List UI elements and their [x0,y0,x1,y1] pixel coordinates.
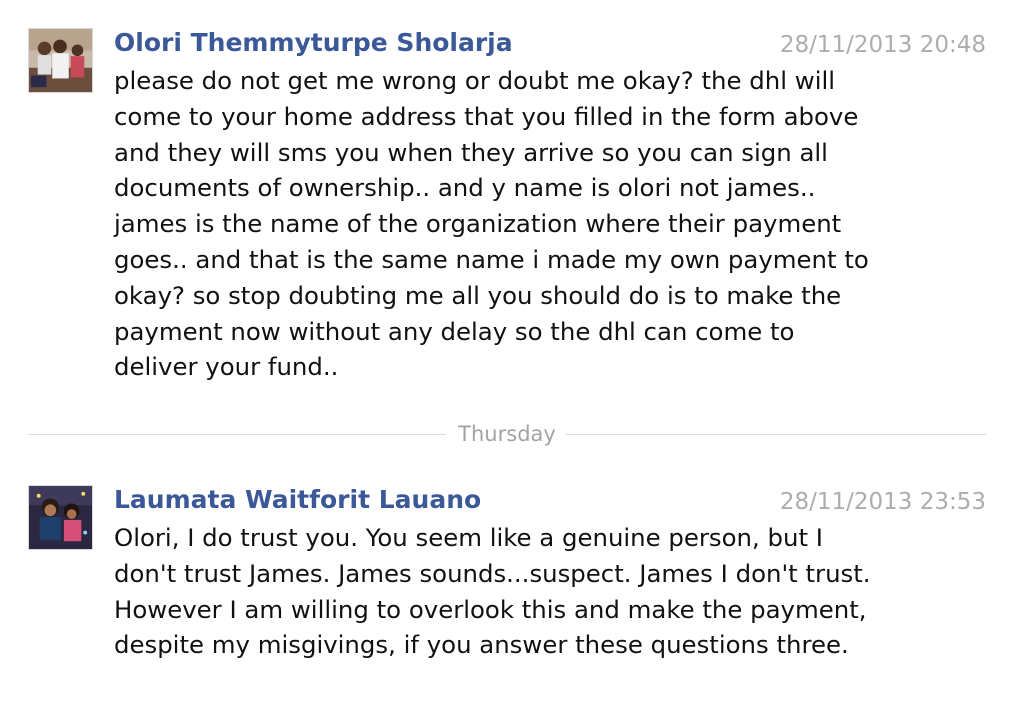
sender-avatar[interactable] [28,485,93,550]
sender-name[interactable]: Olori Themmyturpe Sholarja [114,26,513,60]
sender-name[interactable]: Laumata Waitforit Lauano [114,483,481,517]
avatar-image [29,486,92,549]
message-text: please do not get me wrong or doubt me o… [114,66,869,382]
message-text: Olori, I do trust you. You seem like a g… [114,523,871,660]
day-divider: Thursday [28,420,986,448]
avatar-image [29,29,92,92]
divider-line-right [566,434,986,435]
sender-avatar[interactable] [28,28,93,93]
message-timestamp: 28/11/2013 23:53 [779,489,986,515]
message-timestamp: 28/11/2013 20:48 [779,32,986,58]
